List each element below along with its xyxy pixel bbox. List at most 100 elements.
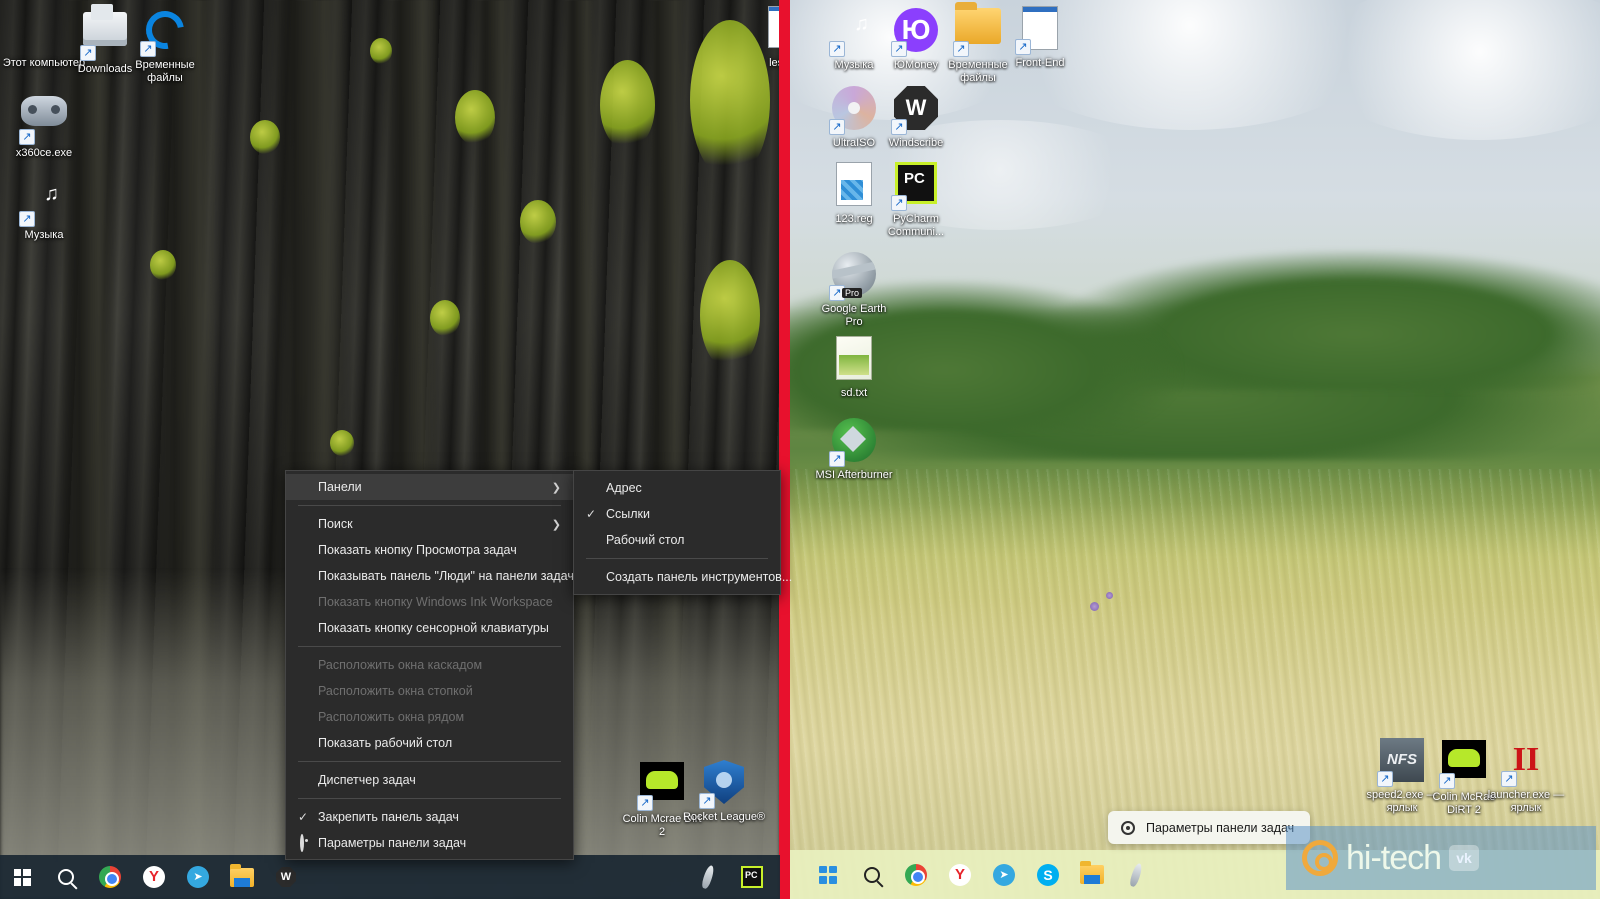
shortcut-overlay-icon — [19, 211, 35, 227]
temp-files-sync-icon — [140, 8, 189, 57]
desktop-icon[interactable]: Pro Google Earth Pro — [812, 252, 896, 328]
context-menu-item-label: Расположить окна рядом — [318, 710, 465, 724]
desktop-icon-label: MSI Afterburner — [815, 469, 893, 481]
context-menu-item[interactable]: Показать кнопку Просмотра задач — [286, 537, 573, 563]
taskbar-settings-flyout[interactable]: Параметры панели задач — [1108, 811, 1311, 844]
text-file-icon — [830, 336, 878, 384]
shortcut-overlay-icon — [1015, 39, 1031, 55]
context-menu-item[interactable]: Поиск ❯ — [286, 511, 573, 537]
telegram-button[interactable] — [982, 853, 1026, 897]
desktop-icon[interactable]: Windscribe — [874, 86, 958, 150]
this-pc-icon — [20, 6, 68, 54]
desktop-icon[interactable]: Временные файлы — [123, 8, 207, 84]
shortcut-overlay-icon — [1501, 771, 1517, 787]
at-symbol-icon — [1302, 840, 1338, 876]
chart-document-icon — [761, 6, 780, 54]
context-menu-item[interactable]: Показать кнопку сенсорной клавиатуры — [286, 615, 573, 641]
desktop-icon-label: Временные файлы — [135, 59, 195, 84]
context-menu-item[interactable]: Параметры панели задач — [286, 830, 573, 856]
panels-submenu[interactable]: Адрес ✓ Ссылки Рабочий стол Создать панель и… — [573, 470, 792, 595]
context-menu-item[interactable]: Панели ❯ — [286, 474, 573, 500]
desktop-icon-label: sd.txt — [840, 387, 868, 399]
chrome-icon — [905, 863, 927, 886]
desktop-icon[interactable]: sd.txt — [812, 336, 896, 400]
downloads-drive-icon — [80, 4, 129, 61]
start-button[interactable] — [0, 855, 44, 899]
context-menu-item: Показать кнопку Windows Ink Workspace — [286, 589, 573, 615]
menu-separator — [298, 505, 561, 506]
telegram-button[interactable] — [176, 855, 220, 899]
context-menu-item: Расположить окна каскадом — [286, 652, 573, 678]
skype-icon — [1037, 863, 1059, 886]
front-end-document-icon — [1015, 6, 1064, 55]
watermark-text: hi-tech — [1346, 838, 1442, 877]
msi-afterburner-icon — [829, 418, 878, 467]
windscribe-icon — [891, 86, 940, 135]
context-menu-item-label: Показать кнопку Просмотра задач — [318, 543, 517, 557]
explorer-button[interactable] — [220, 855, 264, 899]
windows-logo-icon — [13, 868, 31, 886]
windows-10-taskbar[interactable] — [0, 855, 780, 899]
pen-button[interactable] — [1114, 853, 1158, 897]
pycharm-tray-icon[interactable] — [730, 855, 774, 899]
google-earth-pro-icon: Pro — [829, 252, 878, 301]
search-button[interactable] — [44, 855, 88, 899]
shortcut-overlay-icon — [1377, 771, 1393, 787]
explorer-button[interactable] — [1070, 853, 1114, 897]
context-menu-item-label: Расположить окна стопкой — [318, 684, 473, 698]
context-menu-item[interactable]: ✓ Закрепить панель задач — [286, 804, 573, 830]
menu-separator — [298, 761, 561, 762]
windows-logo-icon — [819, 865, 837, 884]
shortcut-overlay-icon — [953, 41, 969, 57]
chevron-right-icon: ❯ — [551, 518, 561, 531]
ultraiso-icon — [829, 86, 878, 135]
context-menu-item[interactable]: ✓ Ссылки — [574, 501, 780, 527]
desktop-icon[interactable]: x360ce.exe — [2, 96, 86, 160]
chrome-button[interactable] — [88, 855, 132, 899]
desktop-icon[interactable]: Музыка — [2, 178, 86, 242]
gear-icon — [1121, 820, 1135, 835]
context-menu-item[interactable]: Показать рабочий стол — [286, 730, 573, 756]
desktop-icon[interactable]: PyCharm Communi... — [874, 162, 958, 238]
menu-separator — [298, 646, 561, 647]
context-menu-item[interactable]: Адрес — [574, 475, 780, 501]
desktop-icon-label: Windscribe — [888, 137, 944, 149]
context-menu-item[interactable]: Показывать панель "Люди" на панели задач — [286, 563, 574, 589]
search-button[interactable] — [850, 853, 894, 897]
colin-mcrae-dirt2-icon — [1439, 740, 1488, 789]
start-button[interactable] — [806, 853, 850, 897]
windscribe-button[interactable] — [264, 855, 308, 899]
hi-tech-watermark: hi-tech vk — [1286, 826, 1596, 890]
desktop-icon-label: PyCharm Communi... — [887, 213, 945, 238]
vk-badge-icon: vk — [1449, 845, 1480, 871]
check-icon: ✓ — [298, 810, 309, 824]
desktop-icon[interactable]: Rocket League® — [682, 760, 766, 824]
taskbar-context-menu[interactable]: Панели ❯ Поиск ❯ Показать кнопку Просмотра з… — [285, 470, 574, 860]
registry-file-icon — [830, 162, 878, 210]
context-menu-item-label: Поиск — [318, 517, 353, 531]
desktop-icon-label: Front-End — [1015, 57, 1065, 69]
yandex-browser-button[interactable] — [132, 855, 176, 899]
skype-button[interactable] — [1026, 853, 1070, 897]
context-menu-item-label: Показать кнопку сенсорной клавиатуры — [318, 621, 549, 635]
desktop-icon[interactable]: MSI Afterburner — [812, 418, 896, 482]
desktop-icon-label: launcher.exe — ярлык — [1487, 789, 1565, 814]
shortcut-overlay-icon — [829, 41, 845, 57]
rocket-league-icon — [699, 760, 748, 809]
shortcut-overlay-icon — [1439, 773, 1455, 789]
desktop-icon[interactable]: Front-End — [998, 6, 1082, 70]
pen-tray-icon[interactable] — [686, 855, 730, 899]
shortcut-overlay-icon — [891, 119, 907, 135]
yandex-browser-button[interactable] — [938, 853, 982, 897]
chrome-button[interactable] — [894, 853, 938, 897]
desktop-icon-label: Rocket League® — [682, 811, 766, 823]
desktop-icon[interactable]: lesson — [743, 6, 780, 70]
context-menu-item[interactable]: Диспетчер задач — [286, 767, 573, 793]
taskbar-settings-label: Параметры панели задач — [1146, 820, 1295, 835]
context-menu-item[interactable]: Рабочий стол — [574, 527, 780, 553]
search-icon — [864, 866, 880, 883]
context-menu-item[interactable]: Создать панель инструментов... — [574, 564, 792, 590]
context-menu-item-label: Закрепить панель задач — [318, 810, 459, 824]
desktop-icon-label: Музыка — [24, 229, 64, 241]
desktop-icon[interactable]: launcher.exe — ярлык — [1484, 738, 1568, 814]
